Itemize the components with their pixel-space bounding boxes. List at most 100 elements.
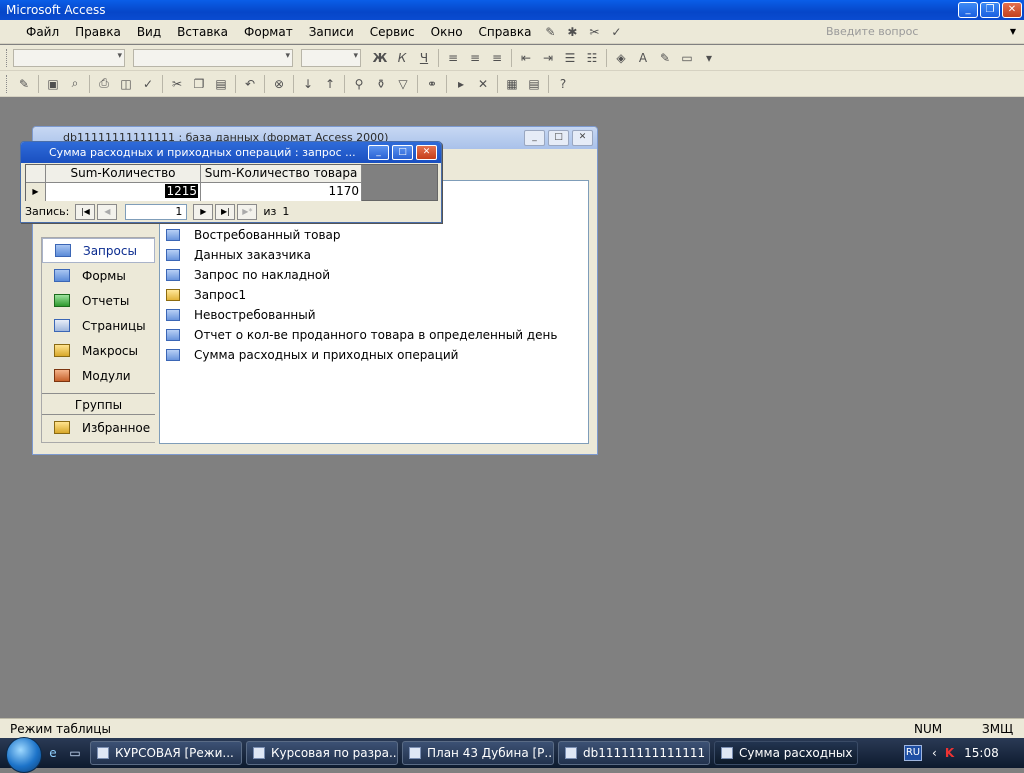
list-item[interactable]: Отчет о кол-ве проданного товара в опред… [160,325,588,345]
query-close-button[interactable]: ✕ [416,145,437,160]
line-color-icon[interactable]: ✎ [654,48,676,68]
groups-header[interactable]: Группы [42,393,155,415]
prev-record-button[interactable]: ◀ [97,203,118,220]
column-header[interactable]: Sum-Количество товара1 [46,165,201,197]
menu-view[interactable]: Вид [129,20,169,44]
list-item[interactable]: Запрос1 [160,285,588,305]
list-item[interactable]: Данных заказчика [160,245,588,265]
apply-filter-icon[interactable]: ▽ [392,74,414,94]
language-indicator[interactable]: RU [904,745,922,761]
taskbar-item[interactable]: db11111111111111 :... [558,741,710,765]
tray-expand-icon[interactable]: ‹ [932,746,937,760]
query-maximize-button[interactable]: □ [392,145,413,160]
list-item[interactable]: Запрос по накладной [160,265,588,285]
font-color-icon[interactable]: A [632,48,654,68]
align-center-icon[interactable]: ≡ [464,48,486,68]
sort-desc-icon[interactable]: ↑ [319,74,341,94]
delete-record-icon[interactable]: ✕ [472,74,494,94]
search-file-icon[interactable]: ⌕ [64,74,86,94]
column-header[interactable]: Sum-Количество товара [201,165,362,183]
new-record-button[interactable]: ▶* [237,203,258,220]
find-icon[interactable]: ⚭ [421,74,443,94]
menu-file[interactable]: Файл [18,20,67,44]
db-minimize-button[interactable]: _ [524,130,545,146]
special-effect-icon[interactable]: ▾ [698,48,720,68]
print-icon[interactable]: ⎙ [93,74,115,94]
indent-icon[interactable]: ⇥ [537,48,559,68]
undo-icon[interactable]: ↶ [239,74,261,94]
toolbar-grip2[interactable] [6,74,9,93]
align-right-icon[interactable]: ≡ [486,48,508,68]
taskbar-item[interactable]: План 43 Дубина [Р... [402,741,554,765]
database-window-icon[interactable]: ▦ [501,74,523,94]
list-item[interactable]: Сумма расходных и приходных операций [160,345,588,365]
hyperlink-icon[interactable]: ⊗ [268,74,290,94]
outdent-icon[interactable]: ⇤ [515,48,537,68]
save-icon[interactable]: ▣ [42,74,64,94]
design-icon[interactable]: ✎ [539,22,561,42]
filter-form-icon[interactable]: ⚱ [370,74,392,94]
menu-format[interactable]: Формат [236,20,301,44]
tools-icon[interactable]: ✱ [561,22,583,42]
print-preview-icon[interactable]: ◫ [115,74,137,94]
sidebar-item-pages[interactable]: Страницы [42,313,155,338]
close-button[interactable]: ✕ [1002,2,1022,18]
first-record-button[interactable]: |◀ [75,203,96,220]
sort-asc-icon[interactable]: ↓ [297,74,319,94]
copy-icon[interactable]: ❐ [188,74,210,94]
clock[interactable]: 15:08 [964,746,999,760]
font-combo[interactable] [133,48,293,67]
sidebar-item-favorites[interactable]: Избранное [42,415,155,440]
spelling-icon[interactable]: ✓ [137,74,159,94]
fill-color-icon[interactable]: ◈ [610,48,632,68]
minimize-button[interactable]: _ [958,2,978,18]
menu-help[interactable]: Справка [471,20,540,44]
query-minimize-button[interactable]: _ [368,145,389,160]
db-maximize-button[interactable]: □ [548,130,569,146]
menu-edit[interactable]: Правка [67,20,129,44]
paste-icon[interactable]: ▤ [210,74,232,94]
list-icon[interactable]: ☰ [559,48,581,68]
db-close-button[interactable]: ✕ [572,130,593,146]
tools2-icon[interactable]: ✂ [583,22,605,42]
object-combo[interactable] [13,48,125,67]
cut-icon[interactable]: ✂ [166,74,188,94]
sidebar-item-modules[interactable]: Модули [42,363,155,388]
help-search-input[interactable]: Введите вопрос [826,24,996,40]
border-icon[interactable]: ▭ [676,48,698,68]
antivirus-icon[interactable]: K [945,746,954,760]
menu-records[interactable]: Записи [301,20,362,44]
taskbar-item[interactable]: КУРСОВАЯ [Режи... [90,741,242,765]
filter-selection-icon[interactable]: ⚲ [348,74,370,94]
menu-window[interactable]: Окно [423,20,471,44]
bold-icon[interactable]: Ж [369,48,391,68]
font-size-combo[interactable] [301,48,361,67]
row-selector-header[interactable] [26,165,46,183]
list-item[interactable]: Востребованный товар [160,225,588,245]
next-record-button[interactable]: ▶ [193,203,214,220]
tools3-icon[interactable]: ✓ [605,22,627,42]
taskbar-item-active[interactable]: Сумма расходных ... [714,741,858,765]
toolbar-grip[interactable] [6,48,9,67]
sidebar-item-reports[interactable]: Отчеты [42,288,155,313]
new-record-icon[interactable]: ▸ [450,74,472,94]
new-object-icon[interactable]: ▤ [523,74,545,94]
menu-insert[interactable]: Вставка [169,20,236,44]
ie-icon[interactable]: e [42,743,64,763]
table-cell[interactable]: 1215 [46,183,201,201]
menu-tools[interactable]: Сервис [362,20,423,44]
table-cell[interactable]: 1170 [201,183,362,201]
show-desktop-icon[interactable]: ▭ [64,743,86,763]
sidebar-item-forms[interactable]: Формы [42,263,155,288]
taskbar-item[interactable]: Курсовая по разра... [246,741,398,765]
chevron-down-icon[interactable]: ▼ [1010,27,1016,36]
align-left-icon[interactable]: ≡ [442,48,464,68]
sidebar-item-queries[interactable]: Запросы [42,238,155,263]
underline-icon[interactable]: Ч [413,48,435,68]
list-item[interactable]: Невостребованный [160,305,588,325]
view-icon[interactable]: ✎ [13,74,35,94]
italic-icon[interactable]: К [391,48,413,68]
restore-button[interactable]: ❐ [980,2,1000,18]
record-number-input[interactable]: 1 [125,203,188,220]
list2-icon[interactable]: ☷ [581,48,603,68]
